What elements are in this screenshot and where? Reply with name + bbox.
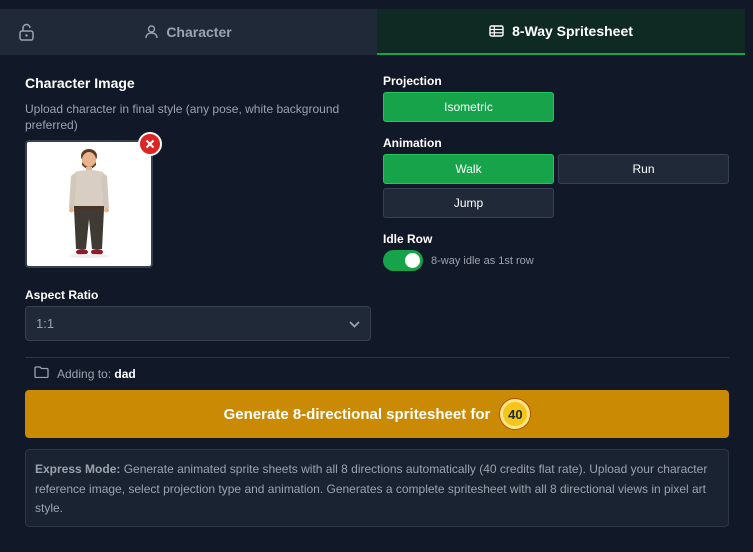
info-text: Generate animated sprite sheets with all… bbox=[35, 462, 708, 515]
tab-8way-spritesheet[interactable]: 8-Way Spritesheet bbox=[377, 9, 745, 55]
adding-to-row: Adding to: dad bbox=[34, 366, 136, 381]
idle-row-label: Idle Row bbox=[383, 232, 433, 246]
user-icon bbox=[145, 25, 159, 39]
aspect-ratio-value: 1:1 bbox=[36, 316, 55, 331]
tab-spritesheet-label: 8-Way Spritesheet bbox=[512, 23, 633, 39]
aspect-ratio-select[interactable]: 1:1 bbox=[25, 306, 371, 341]
character-image-hint: Upload character in final style (any pos… bbox=[25, 102, 340, 132]
credits-coin-badge: 40 bbox=[500, 399, 531, 429]
tab-bar: Character 8-Way Spritesheet bbox=[0, 9, 745, 55]
toggle-knob bbox=[405, 253, 420, 268]
idle-row-toggle-text: 8-way idle as 1st row bbox=[431, 255, 534, 267]
generate-label: Generate 8-directional spritesheet for bbox=[223, 405, 491, 423]
unlock-icon[interactable] bbox=[18, 23, 35, 41]
divider bbox=[25, 357, 729, 358]
info-title: Express Mode: bbox=[35, 462, 121, 476]
folder-icon bbox=[34, 366, 49, 381]
generate-button[interactable]: Generate 8-directional spritesheet for 4… bbox=[25, 390, 729, 438]
animation-run-button[interactable]: Run bbox=[558, 154, 729, 184]
idle-row-toggle[interactable] bbox=[383, 250, 423, 271]
animation-jump-button[interactable]: Jump bbox=[383, 188, 554, 218]
projection-isometric-button[interactable]: Isometric bbox=[383, 92, 554, 122]
credits-value: 40 bbox=[508, 406, 523, 422]
adding-to-target: dad bbox=[114, 366, 136, 381]
chevron-down-icon bbox=[349, 316, 360, 331]
animation-label: Animation bbox=[383, 136, 442, 150]
aspect-ratio-label: Aspect Ratio bbox=[25, 288, 99, 302]
tab-character-label: Character bbox=[166, 24, 232, 40]
animation-walk-button[interactable]: Walk bbox=[383, 154, 554, 184]
remove-image-button[interactable] bbox=[138, 132, 162, 156]
adding-to-prefix: Adding to: bbox=[57, 366, 112, 381]
character-figure-image bbox=[69, 149, 109, 258]
express-mode-info: Express Mode: Generate animated sprite s… bbox=[25, 449, 729, 527]
tab-character[interactable]: Character bbox=[0, 9, 377, 55]
spritesheet-icon bbox=[489, 25, 504, 37]
character-image-preview[interactable] bbox=[25, 140, 153, 268]
character-image-title: Character Image bbox=[25, 75, 135, 91]
projection-label: Projection bbox=[383, 74, 442, 88]
close-icon bbox=[145, 139, 155, 149]
